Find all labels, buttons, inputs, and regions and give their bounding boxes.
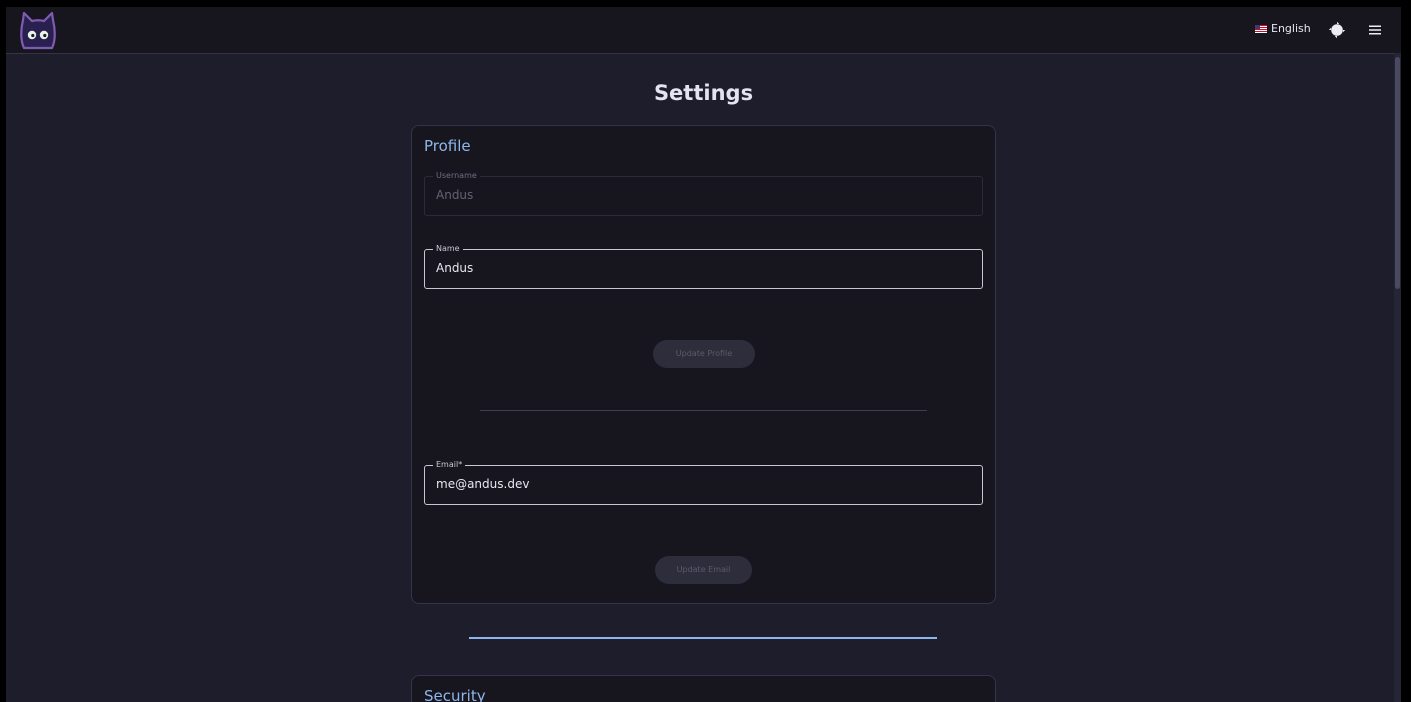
app-viewport: English Settings Profile Username Name U… (6, 7, 1401, 702)
name-field[interactable]: Name (424, 244, 983, 289)
name-label: Name (433, 244, 463, 254)
email-label: Email* (433, 460, 466, 470)
username-label: Username (433, 171, 480, 181)
us-flag-icon (1255, 24, 1267, 33)
section-divider (469, 637, 937, 639)
update-email-button[interactable]: Update Email (655, 556, 752, 584)
profile-card: Profile Username Name Update Profile Ema… (411, 125, 996, 604)
language-label: English (1271, 22, 1311, 35)
contrast-icon[interactable] (1328, 21, 1346, 39)
profile-card-title: Profile (424, 137, 471, 155)
update-profile-button[interactable]: Update Profile (653, 340, 755, 368)
scrollbar-thumb[interactable] (1395, 57, 1400, 289)
username-input (436, 188, 966, 202)
page-title: Settings (653, 81, 754, 105)
name-input[interactable] (436, 261, 966, 275)
hamburger-menu-icon[interactable] (1368, 23, 1382, 37)
profile-divider (480, 410, 927, 411)
security-card: Security (411, 675, 996, 702)
email-field[interactable]: Email* (424, 460, 983, 505)
email-input[interactable] (436, 477, 966, 491)
language-selector[interactable]: English (1255, 22, 1311, 35)
top-bar: English (6, 7, 1401, 54)
cat-logo-icon[interactable] (18, 10, 58, 50)
username-field: Username (424, 171, 983, 216)
security-card-title: Security (424, 687, 486, 702)
page-scrollbar[interactable] (1394, 53, 1401, 702)
